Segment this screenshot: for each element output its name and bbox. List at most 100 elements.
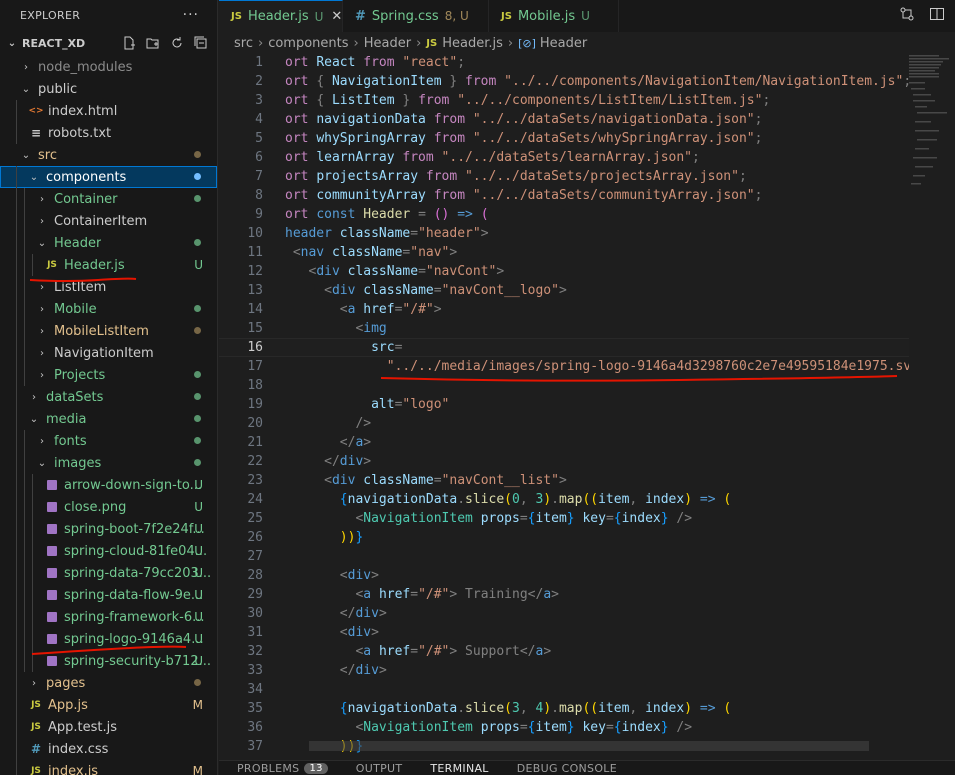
- tree-item[interactable]: spring-framework-6... U: [0, 606, 217, 628]
- tree-item[interactable]: › Projects: [0, 364, 217, 386]
- code-token: >: [558, 283, 567, 298]
- code-line: 27: [219, 547, 909, 566]
- tree-item[interactable]: ⌄ Header: [0, 232, 217, 254]
- code-token: ort: [285, 207, 317, 222]
- tree-item[interactable]: ≡ robots.txt: [0, 122, 217, 144]
- tree-item[interactable]: › ContainerItem: [0, 210, 217, 232]
- code-token: ;: [754, 188, 763, 203]
- tree-item[interactable]: spring-boot-7f2e24f... U: [0, 518, 217, 540]
- tree-item[interactable]: ⌄ components: [0, 166, 217, 188]
- tree-item-label: close.png: [64, 499, 127, 515]
- tree-item[interactable]: spring-data-79cc203... U: [0, 562, 217, 584]
- indent-guide: [24, 562, 25, 584]
- tree-item[interactable]: spring-logo-9146a4... U: [0, 628, 217, 650]
- tree-item[interactable]: spring-data-flow-9e... U: [0, 584, 217, 606]
- code-token: learnArray: [316, 150, 403, 165]
- tree-item[interactable]: › dataSets: [0, 386, 217, 408]
- editor-tab[interactable]: # Spring.css 8, U: [343, 0, 489, 32]
- tree-item[interactable]: ⌄ images: [0, 452, 217, 474]
- workspace-root[interactable]: ⌄ REACT_XD: [0, 30, 217, 56]
- code-token: from: [418, 93, 458, 108]
- editor-tab[interactable]: JS Mobile.js U: [489, 0, 619, 32]
- tree-item[interactable]: ⌄ src: [0, 144, 217, 166]
- indent-guide: [24, 474, 25, 496]
- line-number: 22: [247, 454, 263, 469]
- tree-item[interactable]: › MobileListItem: [0, 320, 217, 342]
- breadcrumb-file[interactable]: Header.js: [442, 36, 503, 51]
- tree-item[interactable]: JS App.js M: [0, 694, 217, 716]
- panel-tab[interactable]: PROBLEMS 13: [227, 761, 338, 775]
- code-text: <div className="navCont">: [263, 264, 504, 279]
- tree-item-label: images: [54, 455, 102, 471]
- code-line: 6 ort learnArray from "../../dataSets/lea…: [219, 148, 909, 167]
- tree-item[interactable]: › fonts: [0, 430, 217, 452]
- tree-item[interactable]: › NavigationItem: [0, 342, 217, 364]
- refresh-icon[interactable]: [169, 35, 185, 51]
- line-number: 31: [247, 625, 263, 640]
- tree-item-label: spring-boot-7f2e24f...: [64, 521, 205, 537]
- breadcrumb-header[interactable]: Header: [364, 36, 411, 51]
- indent-guide: [16, 650, 17, 672]
- tree-item[interactable]: › pages: [0, 672, 217, 694]
- panel-tab[interactable]: TERMINAL: [420, 761, 498, 775]
- new-file-icon[interactable]: [121, 35, 137, 51]
- horizontal-scrollbar[interactable]: [309, 741, 869, 751]
- code-token: <: [285, 245, 301, 260]
- indent-guide: [16, 188, 17, 210]
- git-status-badge: U: [194, 258, 203, 272]
- minimap[interactable]: [909, 53, 955, 760]
- code-editor[interactable]: 1 ort React from "react"; 2 ort { Navigatio…: [219, 53, 927, 760]
- tree-item[interactable]: JS Header.js U: [0, 254, 217, 276]
- code-token: <: [285, 644, 364, 659]
- breadcrumb-src[interactable]: src: [234, 36, 253, 51]
- breadcrumb-components[interactable]: components: [268, 36, 348, 51]
- code-token: "../../dataSets/whySpringArray.json": [472, 131, 755, 146]
- tree-item[interactable]: ⌄ public: [0, 78, 217, 100]
- tree-item[interactable]: › Container: [0, 188, 217, 210]
- more-actions-icon[interactable]: ···: [183, 7, 199, 23]
- code-text: src=: [263, 340, 402, 355]
- code-token: "/#": [418, 644, 450, 659]
- panel-tab[interactable]: OUTPUT: [346, 761, 413, 775]
- tree-item[interactable]: ⌄ media: [0, 408, 217, 430]
- tree-item[interactable]: JS App.test.js: [0, 716, 217, 738]
- code-token: Header: [363, 207, 419, 222]
- code-text: <div className="navCont__logo">: [263, 283, 567, 298]
- explorer-title: EXPLORER: [20, 8, 81, 22]
- code-token: item: [535, 511, 567, 526]
- code-token: div: [347, 568, 372, 583]
- tree-item[interactable]: JS index.js M: [0, 760, 217, 775]
- tree-item[interactable]: <> index.html: [0, 100, 217, 122]
- tree-item[interactable]: › ListItem: [0, 276, 217, 298]
- tree-item-label: index.css: [48, 741, 109, 757]
- indent-guide: [24, 188, 25, 210]
- split-editor-icon[interactable]: [929, 6, 945, 26]
- chevron-right-icon: ›: [507, 35, 514, 51]
- panel-tab[interactable]: DEBUG CONSOLE: [507, 761, 627, 775]
- editor-tab[interactable]: JS Header.js U ✕: [219, 0, 343, 32]
- code-token: =: [433, 283, 442, 298]
- tree-item[interactable]: spring-security-b712... U: [0, 650, 217, 672]
- code-line: 25 <NavigationItem props={item} key={ind…: [219, 509, 909, 528]
- code-line: 22 </div>: [219, 452, 909, 471]
- code-token: item: [598, 701, 630, 716]
- tree-item[interactable]: # index.css: [0, 738, 217, 760]
- code-token: {: [285, 492, 348, 507]
- tree-item[interactable]: › Mobile: [0, 298, 217, 320]
- tree-item[interactable]: arrow-down-sign-to... U: [0, 474, 217, 496]
- code-token: a: [347, 302, 364, 317]
- code-line: 13 <div className="navCont__logo">: [219, 281, 909, 300]
- tree-item[interactable]: close.png U: [0, 496, 217, 518]
- close-icon[interactable]: ✕: [331, 9, 342, 24]
- tree-item-label: spring-data-79cc203...: [64, 565, 212, 581]
- breadcrumb-symbol[interactable]: Header: [540, 36, 587, 51]
- code-token: communityArray: [316, 188, 434, 203]
- collapse-all-icon[interactable]: [193, 35, 209, 51]
- code-token: "../../dataSets/projectsArray.json": [465, 169, 739, 184]
- compare-icon[interactable]: [899, 6, 915, 26]
- line-number: 4: [255, 112, 263, 127]
- indent-guide: [24, 430, 25, 452]
- new-folder-icon[interactable]: [145, 35, 161, 51]
- tree-item[interactable]: spring-cloud-81fe04... U: [0, 540, 217, 562]
- tree-item[interactable]: › node_modules: [0, 56, 217, 78]
